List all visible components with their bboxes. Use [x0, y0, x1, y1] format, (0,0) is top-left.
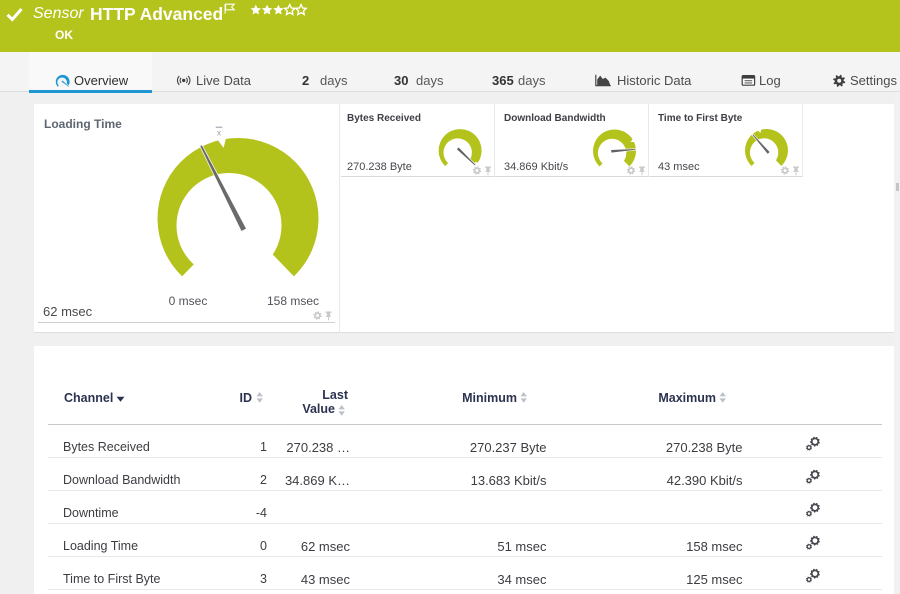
svg-text:x: x: [217, 128, 222, 138]
